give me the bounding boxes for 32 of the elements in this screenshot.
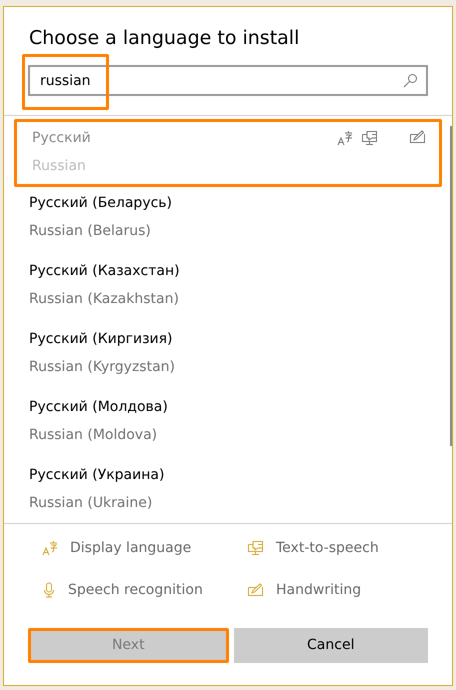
search-field[interactable]: russian	[28, 65, 428, 96]
language-item[interactable]: Русский (Молдова) Russian (Moldova)	[14, 391, 442, 459]
monitor-speech-icon	[247, 540, 264, 556]
language-native-name: Русский	[32, 129, 92, 148]
feature-label: Speech recognition	[68, 581, 203, 600]
cancel-button[interactable]: Cancel	[234, 628, 428, 663]
feature-label: Display language	[70, 539, 192, 558]
feature-label: Handwriting	[276, 581, 362, 600]
feature-label: Text-to-speech	[276, 539, 379, 558]
language-item[interactable]: Русский (Беларусь) Russian (Belarus)	[14, 187, 442, 255]
pen-pad-icon	[247, 583, 264, 597]
language-english-name: Russian (Kyrgyzstan)	[29, 358, 176, 377]
language-english-name: Russian (Ukraine)	[29, 494, 154, 513]
language-native-name: Русский (Казахстан)	[29, 262, 181, 281]
language-english-name: Russian (Moldova)	[29, 426, 158, 445]
language-item[interactable]: Русский (Казахстан) Russian (Kazakhstan)	[14, 255, 442, 323]
language-native-name: Русский (Украина)	[29, 466, 166, 485]
monitor-speech-icon	[361, 130, 378, 146]
language-glyph-icon	[337, 130, 353, 146]
language-native-name: Русский (Беларусь)	[29, 194, 174, 213]
language-item[interactable]: Русский (Киргизия) Russian (Kyrgyzstan)	[14, 323, 442, 391]
microphone-icon	[42, 582, 56, 598]
language-native-name: Русский (Киргизия)	[29, 330, 174, 349]
language-item[interactable]: Русский (Украина) Russian (Ukraine)	[14, 459, 442, 527]
language-glyph-icon	[42, 540, 58, 556]
dialog-title: Choose a language to install	[29, 26, 300, 51]
language-english-name: Russian (Belarus)	[29, 222, 152, 241]
language-english-name: Russian (Kazakhstan)	[29, 290, 180, 309]
language-native-name: Русский (Молдова)	[29, 398, 169, 417]
pen-pad-icon	[409, 130, 426, 144]
search-icon	[403, 73, 418, 88]
language-english-name: Russian	[32, 157, 87, 176]
